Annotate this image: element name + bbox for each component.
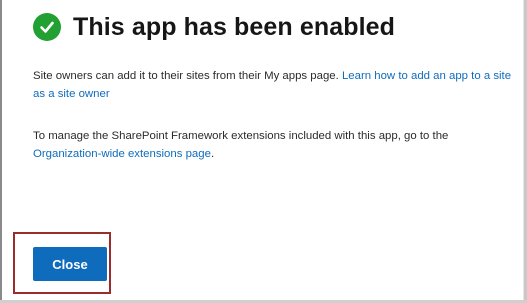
scrollbar[interactable]: [523, 0, 527, 303]
close-button[interactable]: Close: [33, 247, 107, 281]
org-extensions-link[interactable]: Organization-wide extensions page: [33, 148, 211, 160]
app-enabled-dialog: This app has been enabled Site owners ca…: [0, 0, 527, 303]
extensions-text: To manage the SharePoint Framework exten…: [33, 127, 513, 163]
site-owners-text: Site owners can add it to their sites fr…: [33, 67, 513, 103]
extensions-description: To manage the SharePoint Framework exten…: [33, 130, 449, 142]
dialog-header: This app has been enabled: [33, 11, 395, 43]
dialog-title: This app has been enabled: [73, 13, 396, 41]
extensions-suffix: .: [210, 148, 215, 160]
site-owners-description: Site owners can add it to their sites fr…: [33, 70, 342, 82]
left-border: [0, 0, 2, 303]
check-circle-icon: [33, 13, 61, 41]
